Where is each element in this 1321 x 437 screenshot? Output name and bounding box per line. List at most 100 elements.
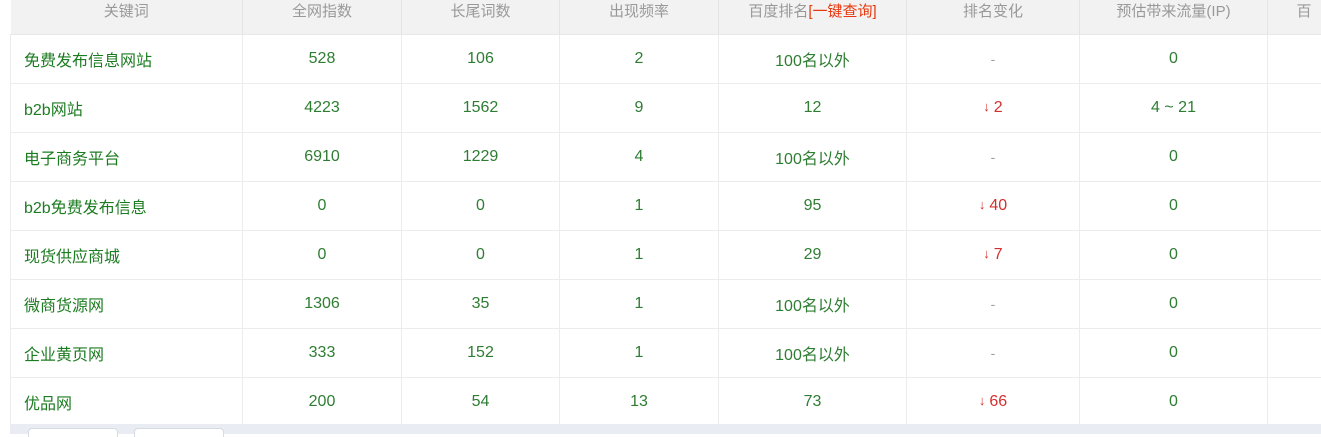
header-rank-change: 排名变化 <box>907 0 1080 35</box>
keyword-cell: 免费发布信息网站 <box>11 35 243 84</box>
baidu-rank-cell: 73 <box>719 378 907 427</box>
frequency-cell: 1 <box>560 280 719 329</box>
keyword-cell: 现货供应商城 <box>11 231 243 280</box>
table-row: b2b免费发布信息00195↓400 <box>11 182 1321 231</box>
longtail-cell: 1229 <box>402 133 560 182</box>
footer-tab-1[interactable] <box>28 428 118 437</box>
rank-change-cell: - <box>907 133 1080 182</box>
keyword-cell: b2b免费发布信息 <box>11 182 243 231</box>
keyword-link[interactable]: 企业黄页网 <box>24 347 104 364</box>
keyword-link[interactable]: 优品网 <box>24 396 72 413</box>
keyword-cell: 微商货源网 <box>11 280 243 329</box>
rank-change-cell: - <box>907 35 1080 84</box>
baidu-rank-cell: 12 <box>719 84 907 133</box>
traffic-cell: 0 <box>1080 231 1268 280</box>
extra-cell <box>1268 280 1321 329</box>
rank-change-cell: - <box>907 329 1080 378</box>
longtail-cell: 0 <box>402 231 560 280</box>
header-keyword: 关键词 <box>11 0 243 35</box>
longtail-cell: 0 <box>402 182 560 231</box>
keyword-link[interactable]: 微商货源网 <box>24 298 104 315</box>
extra-cell <box>1268 84 1321 133</box>
traffic-cell: 0 <box>1080 133 1268 182</box>
rank-change-cell: ↓7 <box>907 231 1080 280</box>
total-index-cell: 1306 <box>243 280 402 329</box>
traffic-cell: 0 <box>1080 35 1268 84</box>
traffic-cell: 0 <box>1080 182 1268 231</box>
keyword-rank-table-container: 关键词 全网指数 长尾词数 出现频率 百度排名[一键查询] 排名变化 预估带来流… <box>10 0 1321 427</box>
one-click-query-link[interactable]: [一键查询] <box>808 3 876 20</box>
rank-change-cell: ↓2 <box>907 84 1080 133</box>
longtail-cell: 35 <box>402 280 560 329</box>
rank-change-cell: ↓40 <box>907 182 1080 231</box>
total-index-cell: 6910 <box>243 133 402 182</box>
keyword-link[interactable]: 免费发布信息网站 <box>24 53 152 70</box>
total-index-cell: 0 <box>243 231 402 280</box>
table-row: b2b网站42231562912↓24 ~ 21 <box>11 84 1321 133</box>
traffic-cell: 0 <box>1080 329 1268 378</box>
keyword-cell: 优品网 <box>11 378 243 427</box>
arrow-down-icon: ↓ <box>983 99 990 114</box>
rank-change-value: 66 <box>989 393 1007 410</box>
table-body: 免费发布信息网站5281062100名以外-0b2b网站42231562912↓… <box>11 35 1321 427</box>
extra-cell <box>1268 378 1321 427</box>
frequency-cell: 1 <box>560 329 719 378</box>
header-baidu-rank: 百度排名[一键查询] <box>719 0 907 35</box>
baidu-rank-cell: 100名以外 <box>719 329 907 378</box>
header-extra: 百 <box>1268 0 1321 35</box>
keyword-link[interactable]: b2b免费发布信息 <box>24 200 147 217</box>
keyword-cell: b2b网站 <box>11 84 243 133</box>
rank-change-value: 2 <box>994 99 1003 116</box>
rank-change-cell: ↓66 <box>907 378 1080 427</box>
longtail-cell: 106 <box>402 35 560 84</box>
header-traffic: 预估带来流量(IP) <box>1080 0 1268 35</box>
keyword-cell: 电子商务平台 <box>11 133 243 182</box>
keyword-link[interactable]: 现货供应商城 <box>24 249 120 266</box>
footer-tab-2[interactable] <box>134 428 224 437</box>
baidu-rank-cell: 100名以外 <box>719 280 907 329</box>
extra-cell <box>1268 182 1321 231</box>
traffic-cell: 0 <box>1080 378 1268 427</box>
keyword-link[interactable]: b2b网站 <box>24 102 83 119</box>
table-row: 优品网200541373↓660 <box>11 378 1321 427</box>
total-index-cell: 200 <box>243 378 402 427</box>
traffic-cell: 4 ~ 21 <box>1080 84 1268 133</box>
table-row: 免费发布信息网站 5281062100名以外-0 <box>11 35 1321 84</box>
frequency-cell: 1 <box>560 231 719 280</box>
header-frequency: 出现频率 <box>560 0 719 35</box>
arrow-down-icon: ↓ <box>979 197 986 212</box>
table-row: 现货供应商城00129↓70 <box>11 231 1321 280</box>
keyword-link[interactable]: 电子商务平台 <box>24 151 120 168</box>
longtail-cell: 1562 <box>402 84 560 133</box>
total-index-cell: 333 <box>243 329 402 378</box>
rank-change-value: 7 <box>994 246 1003 263</box>
table-row: 企业黄页网 3331521100名以外-0 <box>11 329 1321 378</box>
table-row: 电子商务平台691012294100名以外-0 <box>11 133 1321 182</box>
table-header-row: 关键词 全网指数 长尾词数 出现频率 百度排名[一键查询] 排名变化 预估带来流… <box>11 0 1321 35</box>
extra-cell <box>1268 133 1321 182</box>
frequency-cell: 1 <box>560 182 719 231</box>
header-baidu-rank-label: 百度排名 <box>748 3 808 20</box>
baidu-rank-cell: 29 <box>719 231 907 280</box>
baidu-rank-cell: 100名以外 <box>719 35 907 84</box>
frequency-cell: 13 <box>560 378 719 427</box>
extra-cell <box>1268 35 1321 84</box>
rank-change-cell: - <box>907 280 1080 329</box>
keyword-rank-table: 关键词 全网指数 长尾词数 出现频率 百度排名[一键查询] 排名变化 预估带来流… <box>10 0 1321 427</box>
frequency-cell: 4 <box>560 133 719 182</box>
longtail-cell: 54 <box>402 378 560 427</box>
longtail-cell: 152 <box>402 329 560 378</box>
header-longtail: 长尾词数 <box>402 0 560 35</box>
total-index-cell: 528 <box>243 35 402 84</box>
total-index-cell: 0 <box>243 182 402 231</box>
frequency-cell: 2 <box>560 35 719 84</box>
traffic-cell: 0 <box>1080 280 1268 329</box>
keyword-cell: 企业黄页网 <box>11 329 243 378</box>
total-index-cell: 4223 <box>243 84 402 133</box>
frequency-cell: 9 <box>560 84 719 133</box>
arrow-down-icon: ↓ <box>983 246 990 261</box>
header-total-index: 全网指数 <box>243 0 402 35</box>
table-row: 微商货源网 1306351100名以外-0 <box>11 280 1321 329</box>
arrow-down-icon: ↓ <box>979 393 986 408</box>
rank-change-value: 40 <box>989 197 1007 214</box>
